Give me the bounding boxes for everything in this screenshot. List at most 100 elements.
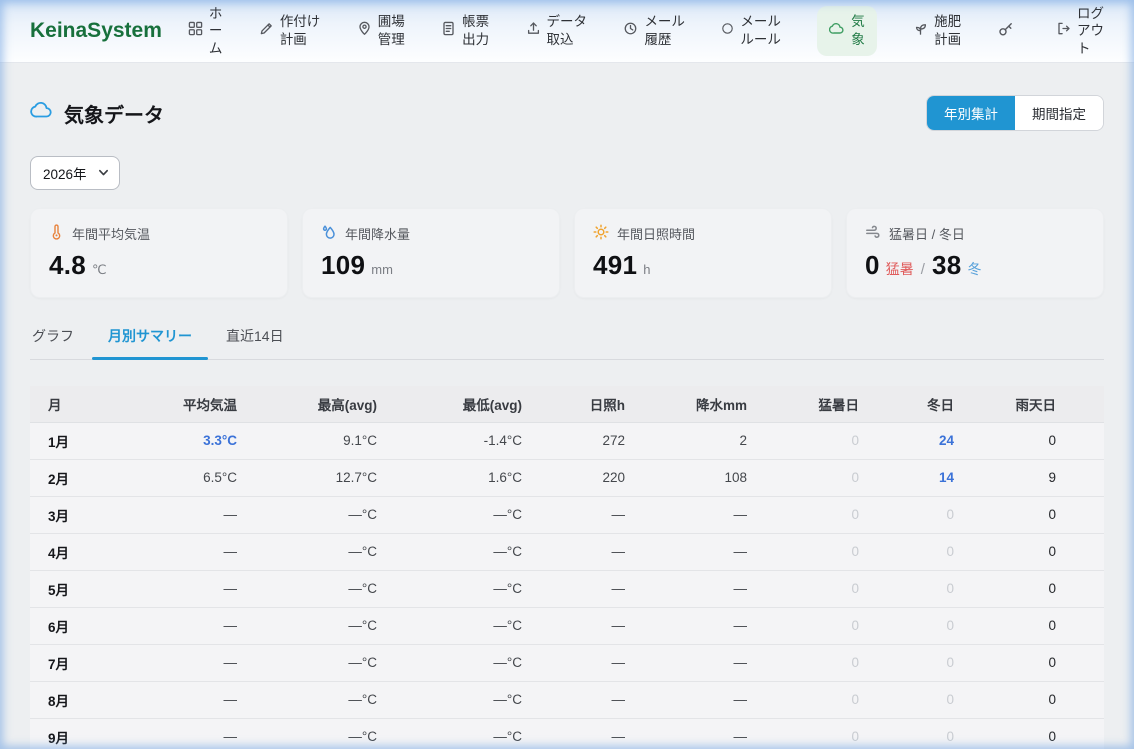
- table-cell: —: [645, 644, 767, 681]
- table-cell: 12.7°C: [257, 459, 397, 496]
- cloud-title-icon: [30, 99, 54, 128]
- thermometer-icon: [49, 224, 64, 243]
- table-cell: 0: [879, 718, 974, 749]
- nav-item-fertilizer-plan[interactable]: 施肥 計画: [913, 13, 961, 48]
- nav-item-label: メール ルール: [740, 13, 781, 48]
- table-row: 7月——°C—°C——000: [30, 644, 1104, 681]
- chevron-down-icon: [98, 166, 109, 181]
- column-header: 猛暑日: [767, 386, 879, 422]
- brand-logo[interactable]: KeinaSystem: [30, 19, 162, 43]
- table-cell: —: [645, 570, 767, 607]
- column-header: 最低(avg): [397, 386, 542, 422]
- tab-recent-14-days[interactable]: 直近14日: [224, 326, 286, 359]
- map-pin-icon: [357, 21, 372, 41]
- table-cell: —°C: [397, 681, 542, 718]
- table-cell: —: [645, 681, 767, 718]
- card-label: 年間平均気温: [72, 224, 150, 243]
- table-cell: —: [152, 570, 257, 607]
- table-cell: —°C: [397, 718, 542, 749]
- tab-monthly-summary[interactable]: 月別サマリー: [106, 326, 194, 359]
- table-cell: 1月: [30, 422, 152, 459]
- table-cell: —°C: [397, 533, 542, 570]
- nav-item-label: ホ ー ム: [209, 5, 223, 58]
- table-cell: —: [542, 718, 645, 749]
- nav-item-label: 帳票 出力: [462, 13, 489, 48]
- table-body: 1月3.3°C9.1°C-1.4°C272202402月6.5°C12.7°C1…: [30, 422, 1104, 749]
- table-cell: —: [152, 533, 257, 570]
- table-cell: —: [645, 607, 767, 644]
- table-cell: 4月: [30, 533, 152, 570]
- nav-item-logout[interactable]: ログ アウ ト: [1056, 5, 1104, 58]
- year-select[interactable]: 2026年: [30, 156, 120, 190]
- table-cell: 24: [879, 422, 974, 459]
- table-row: 2月6.5°C12.7°C1.6°C2201080149: [30, 459, 1104, 496]
- wind-icon: [865, 224, 881, 243]
- table-cell: 1.6°C: [397, 459, 542, 496]
- table-cell: —: [152, 681, 257, 718]
- table-cell: 0: [974, 422, 1104, 459]
- table-row: 3月——°C—°C——000: [30, 496, 1104, 533]
- nav-item-field-management[interactable]: 圃場 管理: [357, 13, 405, 48]
- table-header-row: 月平均気温最高(avg)最低(avg)日照h降水mm猛暑日冬日雨天日: [30, 386, 1104, 422]
- column-header: 月: [30, 386, 152, 422]
- table-cell: -1.4°C: [397, 422, 542, 459]
- table-cell: 0: [879, 681, 974, 718]
- table-cell: —: [542, 533, 645, 570]
- nav-item-label: 気 象: [851, 13, 865, 48]
- table-cell: —: [152, 607, 257, 644]
- home-grid-icon: [188, 21, 203, 41]
- table-cell: 3.3°C: [152, 422, 257, 459]
- column-header: 最高(avg): [257, 386, 397, 422]
- table-cell: 0: [767, 422, 879, 459]
- table-cell: —°C: [257, 570, 397, 607]
- tabs: グラフ 月別サマリー 直近14日: [30, 326, 1104, 360]
- table-row: 8月——°C—°C——000: [30, 681, 1104, 718]
- nav-item-data-import[interactable]: データ 取込: [526, 13, 588, 48]
- table-cell: 0: [767, 644, 879, 681]
- table-cell: 108: [645, 459, 767, 496]
- card-label: 年間降水量: [345, 224, 410, 243]
- tab-graph[interactable]: グラフ: [30, 326, 76, 359]
- document-icon: [441, 21, 456, 41]
- table-cell: 0: [767, 681, 879, 718]
- droplet-icon: [321, 224, 337, 243]
- table-cell: —: [542, 681, 645, 718]
- nav-item-mail-rules[interactable]: メール ルール: [721, 13, 781, 48]
- table-cell: 6月: [30, 607, 152, 644]
- nav-item-password[interactable]: [998, 21, 1020, 42]
- table-cell: —: [152, 644, 257, 681]
- value-separator: /: [921, 261, 925, 278]
- nav-item-weather[interactable]: 気 象: [817, 6, 877, 55]
- nav-item-home[interactable]: ホ ー ム: [188, 5, 223, 58]
- nav-item-report-output[interactable]: 帳票 出力: [441, 13, 489, 48]
- table-cell: 7月: [30, 644, 152, 681]
- nav-item-label: ログ アウ ト: [1077, 5, 1104, 58]
- table-cell: 0: [974, 644, 1104, 681]
- table-cell: —°C: [257, 644, 397, 681]
- heat-days-label: 猛暑: [886, 259, 914, 279]
- column-header: 冬日: [879, 386, 974, 422]
- nav-item-label: データ 取込: [547, 13, 588, 48]
- yearly-summary-button[interactable]: 年別集計: [927, 96, 1015, 130]
- circle-icon: [721, 22, 734, 40]
- column-header: 日照h: [542, 386, 645, 422]
- card-value: 491: [593, 250, 637, 281]
- table-cell: 0: [974, 496, 1104, 533]
- table-cell: 0: [767, 607, 879, 644]
- table-cell: 0: [879, 607, 974, 644]
- table-cell: —: [645, 533, 767, 570]
- seedling-icon: [913, 21, 928, 41]
- table-cell: 9: [974, 459, 1104, 496]
- nav-item-planting-plan[interactable]: 作付け 計画: [259, 13, 321, 48]
- card-value: 109: [321, 250, 365, 281]
- table-cell: 0: [767, 570, 879, 607]
- nav-item-mail-history[interactable]: メール 履歴: [623, 13, 685, 48]
- table-cell: —: [542, 607, 645, 644]
- period-select-button[interactable]: 期間指定: [1015, 96, 1103, 130]
- table-cell: 0: [879, 533, 974, 570]
- upload-icon: [526, 21, 541, 41]
- table-cell: 220: [542, 459, 645, 496]
- card-annual-sunshine: 年間日照時間 491 h: [574, 208, 832, 298]
- table-cell: 14: [879, 459, 974, 496]
- card-unit: mm: [371, 262, 393, 277]
